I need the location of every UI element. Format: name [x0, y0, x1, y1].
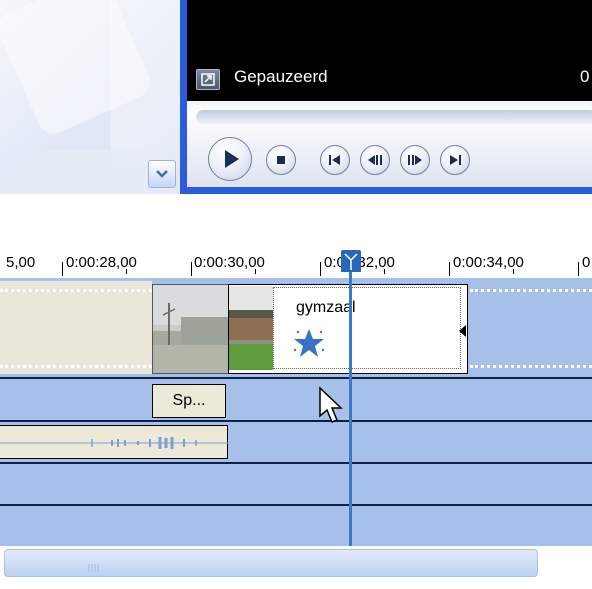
fullscreen-icon[interactable]: [196, 69, 220, 90]
seek-bar[interactable]: [196, 110, 592, 124]
mouse-cursor-icon: [318, 386, 344, 434]
track-divider: [0, 462, 592, 464]
track-divider: [0, 377, 592, 379]
rewind-icon: [368, 155, 382, 165]
clip-thumbnail: [229, 286, 273, 370]
ruler-tick: [384, 269, 385, 274]
fast-forward-button[interactable]: [400, 145, 430, 175]
chevron-down-icon: [156, 170, 168, 178]
clip-end-marker: [456, 323, 468, 342]
ruler-tick: [126, 269, 127, 274]
rewind-button[interactable]: [360, 145, 390, 175]
scrollbar-thumb[interactable]: [4, 549, 538, 577]
ruler-label: 0: [582, 254, 591, 271]
ruler-tick: [191, 262, 192, 276]
clip-edge-dots: [470, 365, 592, 368]
play-icon: [225, 150, 239, 168]
scroll-down-button[interactable]: [148, 160, 176, 188]
audio-clip-label[interactable]: Sp...: [152, 384, 226, 418]
ruler-tick: [578, 262, 579, 276]
status-text: Gepauzeerd: [234, 67, 328, 86]
previous-frame-button[interactable]: [320, 145, 350, 175]
grip-icon: [88, 558, 102, 577]
ruler-tick: [513, 269, 514, 274]
clip-title: gymzaal: [296, 299, 356, 316]
playhead-line[interactable]: [349, 270, 352, 546]
ruler-tick: [449, 262, 450, 276]
audio-clip[interactable]: [0, 425, 228, 459]
transition-thumbnail[interactable]: [152, 284, 230, 374]
skip-back-icon: [329, 155, 340, 165]
clip-edge-dots: [470, 289, 592, 292]
stop-icon: [277, 156, 285, 164]
ruler-label: 5,00: [6, 254, 36, 271]
playhead-handle[interactable]: [341, 250, 361, 272]
ruler-tick: [255, 269, 256, 274]
play-button[interactable]: [208, 137, 252, 181]
stop-button[interactable]: [266, 145, 296, 175]
video-preview: [187, 0, 592, 57]
waveform-icon: [0, 437, 228, 449]
status-time-text: 0: [580, 67, 590, 86]
ghost-decoration: [110, 0, 180, 170]
previous-video-clip[interactable]: [0, 281, 152, 374]
track-divider: [0, 504, 592, 506]
fast-forward-icon: [408, 155, 422, 165]
next-frame-button[interactable]: [440, 145, 470, 175]
clip-edge-dots: [0, 289, 152, 292]
star-icon: [292, 328, 326, 362]
track-divider: [0, 420, 592, 422]
ruler-tick: [320, 262, 321, 276]
clip-edge-dots: [0, 365, 152, 368]
ruler-tick: [62, 262, 63, 276]
skip-forward-icon: [450, 155, 461, 165]
